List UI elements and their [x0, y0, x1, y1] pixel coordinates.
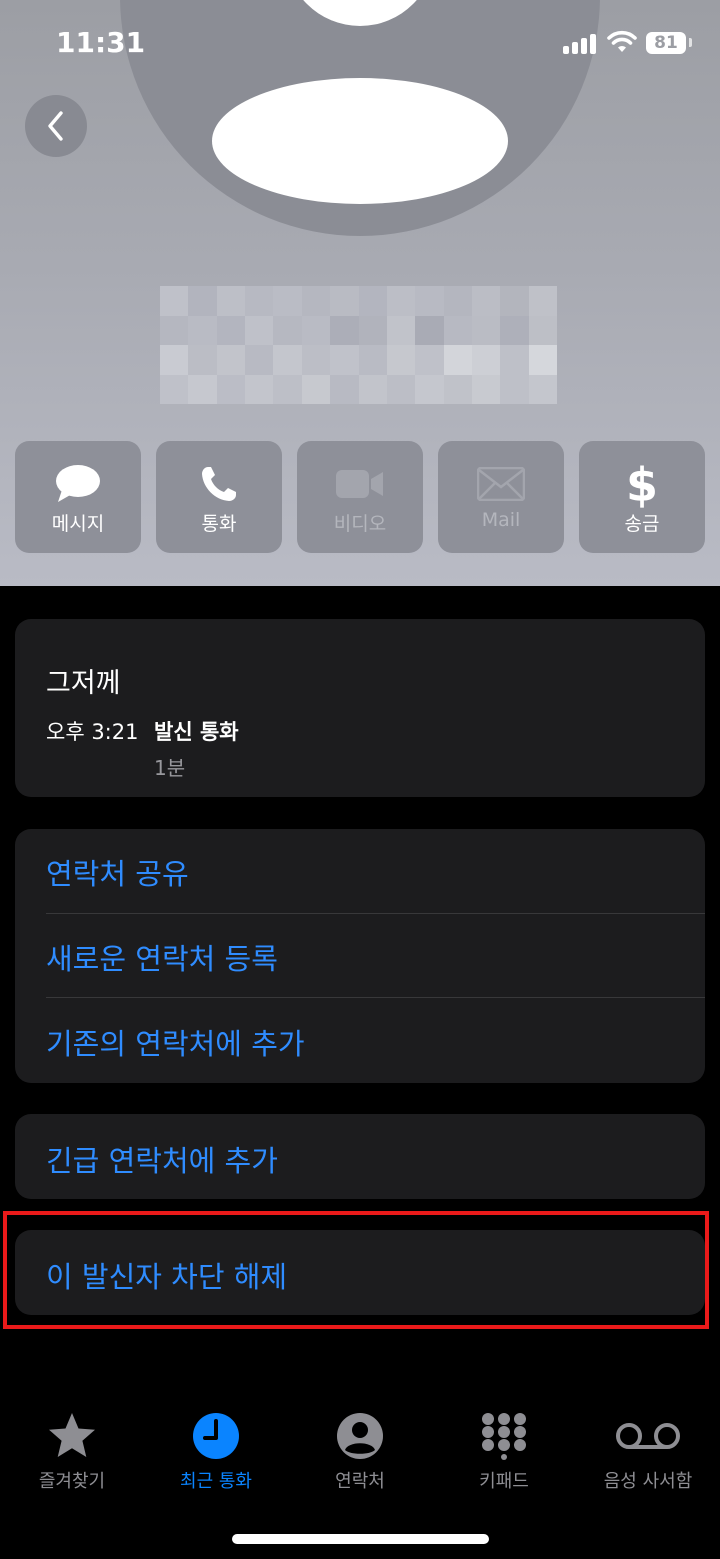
dollar-icon: $: [626, 459, 658, 509]
battery-indicator: 81: [646, 32, 686, 54]
svg-text:$: $: [626, 459, 658, 509]
add-to-existing-contact-button[interactable]: 기존의 연락처에 추가: [46, 1021, 305, 1063]
divider: [46, 913, 705, 914]
call-button[interactable]: 통화: [156, 441, 282, 553]
tab-favorites[interactable]: 즐겨찾기: [0, 1395, 144, 1505]
mail-icon: [477, 467, 525, 501]
add-emergency-contact-button[interactable]: 긴급 연락처에 추가: [46, 1138, 278, 1180]
keypad-icon: [482, 1413, 526, 1460]
divider: [46, 997, 705, 998]
contact-options-card: 연락처 공유 새로운 연락처 등록 기존의 연락처에 추가: [15, 829, 705, 1083]
call-duration: 1분: [154, 756, 186, 780]
star-icon: [49, 1413, 95, 1457]
wifi-icon: [607, 30, 637, 52]
create-new-contact-button[interactable]: 새로운 연락처 등록: [46, 936, 278, 978]
chevron-left-icon: [48, 111, 63, 141]
tab-recents[interactable]: 최근 통화: [144, 1395, 288, 1505]
phone-icon: [202, 467, 236, 501]
tab-voicemail[interactable]: 음성 사서함: [576, 1395, 720, 1505]
status-time: 11:31: [56, 26, 146, 59]
emergency-card: 긴급 연락처에 추가: [15, 1114, 705, 1199]
mail-button[interactable]: Mail: [438, 441, 564, 553]
person-circle-icon: [337, 1413, 383, 1459]
tab-label: 키패드: [479, 1471, 529, 1492]
battery-nub: [689, 38, 692, 47]
tab-label: 연락처: [335, 1471, 385, 1492]
video-button[interactable]: 비디오: [297, 441, 423, 553]
call-label: 통화: [201, 513, 237, 535]
message-button[interactable]: 메시지: [15, 441, 141, 553]
quick-actions: 메시지 통화 비디오 Mail $ 송금: [15, 441, 705, 553]
back-button[interactable]: [25, 95, 87, 157]
message-bubble-icon: [56, 465, 100, 502]
call-history-card: 그저께 오후 3:21 발신 통화 1분: [15, 619, 705, 797]
blurred-contact-name: [160, 286, 557, 404]
clock-icon: [193, 1413, 239, 1459]
message-label: 메시지: [51, 513, 105, 535]
mail-label: Mail: [481, 509, 521, 531]
video-icon: [336, 470, 383, 498]
tab-keypad[interactable]: 키패드: [432, 1395, 576, 1505]
call-day: 그저께: [46, 668, 121, 699]
send-money-button[interactable]: $ 송금: [579, 441, 705, 553]
contact-header: 11:31 81 메시지 통화 비디오 Mail $ 송금: [0, 0, 720, 586]
tab-label: 즐겨찾기: [38, 1471, 106, 1492]
home-indicator[interactable]: [232, 1534, 489, 1544]
tab-label: 음성 사서함: [603, 1471, 693, 1492]
send-money-label: 송금: [624, 513, 660, 535]
avatar-body-shape: [212, 78, 508, 204]
voicemail-icon: [616, 1423, 680, 1449]
highlight-box: [3, 1211, 709, 1329]
share-contact-button[interactable]: 연락처 공유: [46, 851, 189, 893]
status-bar: 11:31 81: [0, 0, 720, 90]
call-time: 오후 3:21: [46, 720, 139, 744]
call-type: 발신 통화: [154, 720, 239, 744]
video-label: 비디오: [333, 513, 387, 535]
tab-contacts[interactable]: 연락처: [288, 1395, 432, 1505]
tab-label: 최근 통화: [180, 1471, 252, 1492]
